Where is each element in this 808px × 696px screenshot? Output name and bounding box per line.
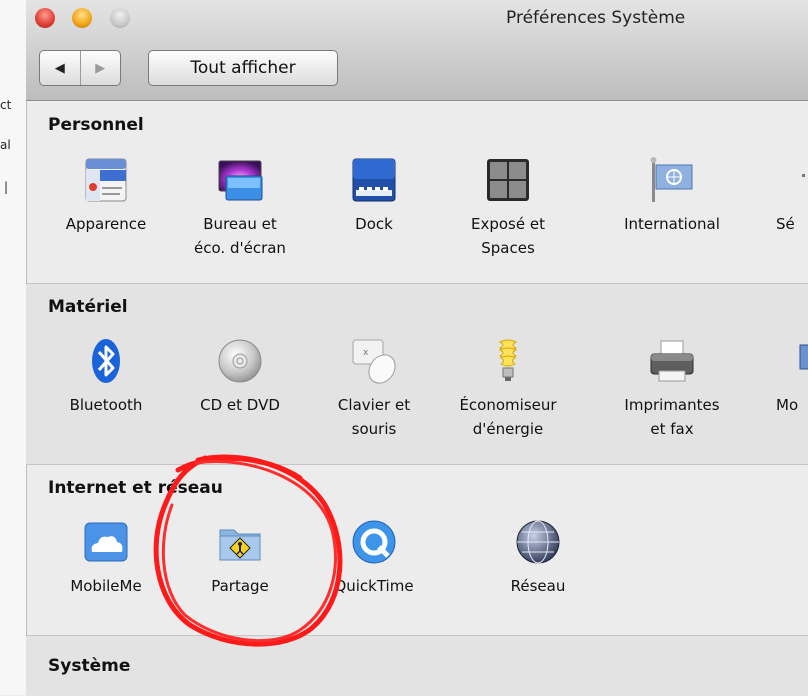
red-annotation-circle <box>153 454 343 647</box>
